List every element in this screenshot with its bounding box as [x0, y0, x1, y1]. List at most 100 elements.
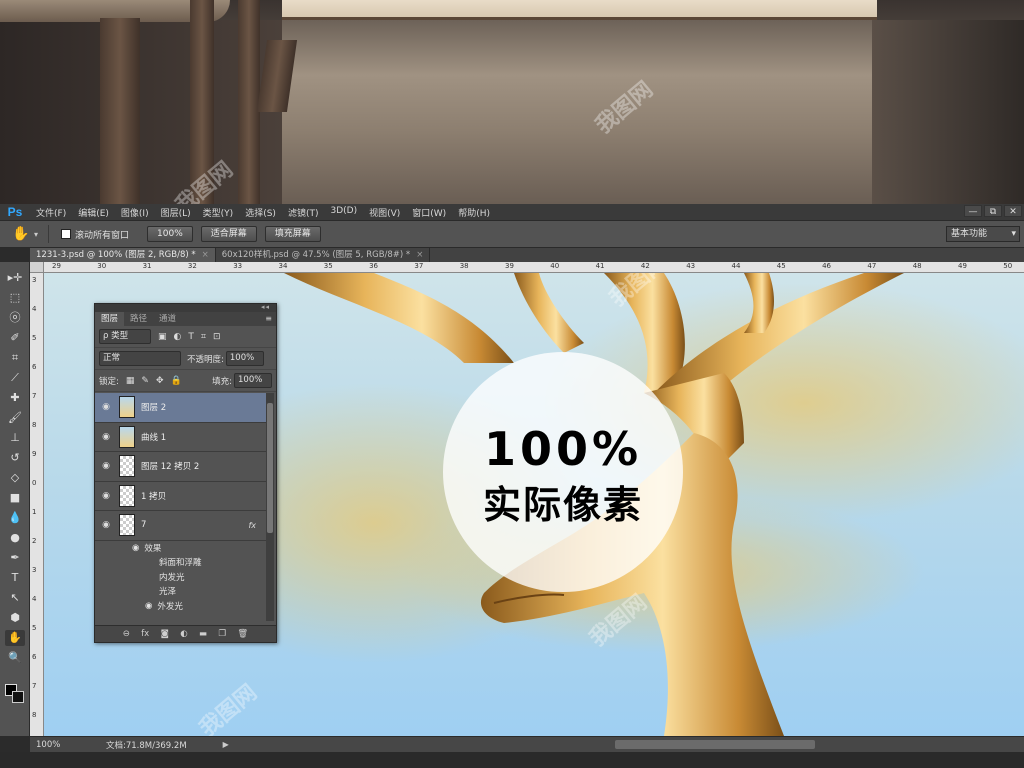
- menu-item[interactable]: 3D(D): [324, 206, 363, 219]
- visibility-eye-icon[interactable]: ◉: [95, 402, 117, 412]
- visibility-eye-icon[interactable]: ◉: [145, 601, 152, 611]
- menu-item[interactable]: 文件(F): [30, 206, 72, 219]
- brush-icon[interactable]: 🖌: [5, 410, 25, 426]
- pixel-filter-icon[interactable]: ▣: [158, 332, 167, 342]
- layer-name[interactable]: 图层 2: [141, 401, 166, 413]
- close-icon[interactable]: ×: [202, 250, 209, 260]
- layer-name[interactable]: 7: [141, 520, 146, 530]
- layer-thumbnail[interactable]: [119, 484, 135, 507]
- healing-icon[interactable]: ✚: [5, 390, 25, 406]
- scroll-all-windows-checkbox[interactable]: [61, 229, 72, 239]
- menu-item[interactable]: 图层(L): [155, 206, 197, 219]
- tab-document-1[interactable]: 1231-3.psd @ 100% (图层 2, RGB/8) * ×: [30, 248, 216, 262]
- layer-row[interactable]: ◉ 图层 12 拷贝 2: [95, 452, 266, 482]
- layers-scroll-thumb[interactable]: [267, 403, 273, 533]
- close-icon[interactable]: ×: [416, 250, 423, 260]
- layer-row[interactable]: ◉ 图层 2: [95, 393, 266, 423]
- visibility-eye-icon[interactable]: ◉: [95, 461, 117, 471]
- lock-all-icon[interactable]: 🔒: [170, 376, 181, 386]
- marquee-icon[interactable]: ⬚: [5, 290, 25, 306]
- minimize-button[interactable]: —: [964, 205, 982, 217]
- status-menu-icon[interactable]: ▶: [223, 740, 229, 749]
- effect-item[interactable]: 内发光: [95, 570, 266, 585]
- quick-select-icon[interactable]: ✐: [5, 330, 25, 346]
- menu-item[interactable]: 编辑(E): [72, 206, 115, 219]
- type-filter-icon[interactable]: T: [188, 332, 194, 342]
- visibility-eye-icon[interactable]: ◉: [132, 543, 139, 553]
- layers-scrollbar[interactable]: [266, 393, 274, 621]
- dodge-icon[interactable]: ●: [5, 530, 25, 546]
- shape-icon[interactable]: ⬢: [5, 610, 25, 626]
- pen-icon[interactable]: ✒: [5, 550, 25, 566]
- eyedropper-icon[interactable]: ⟋: [5, 370, 25, 386]
- layer-thumbnail[interactable]: [119, 514, 135, 537]
- delete-icon[interactable]: 🗑: [237, 629, 248, 639]
- restore-button[interactable]: ⧉: [984, 205, 1002, 217]
- visibility-eye-icon[interactable]: ◉: [95, 520, 117, 530]
- eraser-icon[interactable]: ◇: [5, 470, 25, 486]
- close-button[interactable]: ✕: [1004, 205, 1022, 217]
- menu-item[interactable]: 滤镜(T): [282, 206, 325, 219]
- tab-channels[interactable]: 通道: [153, 312, 182, 326]
- move-icon[interactable]: ▸✛: [5, 270, 25, 286]
- opacity-input[interactable]: 100%: [225, 351, 264, 366]
- fx-icon[interactable]: fx: [141, 629, 149, 639]
- menu-item[interactable]: 帮助(H): [452, 206, 496, 219]
- zoom-100-button[interactable]: 100%: [147, 226, 193, 242]
- layer-row[interactable]: ◉ 7 fx: [95, 511, 266, 541]
- layer-name[interactable]: 曲线 1: [141, 431, 166, 443]
- menu-item[interactable]: 视图(V): [363, 206, 406, 219]
- workspace-select[interactable]: 基本功能 ▾: [946, 226, 1020, 242]
- layer-row[interactable]: ◉ 1 拷贝: [95, 482, 266, 511]
- adjustment-filter-icon[interactable]: ◐: [174, 332, 182, 342]
- effect-item[interactable]: 光泽: [95, 584, 266, 599]
- blend-mode-select[interactable]: 正常: [99, 351, 181, 366]
- history-brush-icon[interactable]: ↺: [5, 450, 25, 466]
- layer-name[interactable]: 图层 12 拷贝 2: [141, 460, 199, 472]
- visibility-eye-icon[interactable]: ◉: [95, 491, 117, 501]
- zoom-level[interactable]: 100%: [30, 740, 66, 750]
- photoshop-logo[interactable]: Ps: [0, 205, 30, 219]
- panel-grip[interactable]: ◂◂: [95, 303, 276, 312]
- group-icon[interactable]: ▬: [199, 629, 207, 639]
- effect-item[interactable]: ◉ 外发光: [95, 599, 266, 614]
- crop-icon[interactable]: ⌗: [5, 350, 25, 366]
- mask-icon[interactable]: ◙: [161, 629, 169, 639]
- filter-kind-select[interactable]: ρ 类型: [99, 329, 151, 344]
- tab-layers[interactable]: 图层: [95, 312, 125, 326]
- adjustment-icon[interactable]: ◐: [180, 629, 187, 639]
- layer-name[interactable]: 1 拷贝: [141, 490, 166, 502]
- menu-item[interactable]: 类型(Y): [197, 206, 240, 219]
- path-select-icon[interactable]: ↖: [5, 590, 25, 606]
- lock-transparent-icon[interactable]: ▦: [126, 376, 135, 386]
- tab-document-2[interactable]: 60x120样机.psd @ 47.5% (图层 5, RGB/8#) * ×: [216, 248, 431, 262]
- link-icon[interactable]: ⊖: [123, 629, 130, 639]
- layer-row[interactable]: ◉ 曲线 1: [95, 423, 266, 452]
- zoom-icon[interactable]: 🔍: [5, 650, 25, 666]
- chevron-down-icon[interactable]: ▾: [34, 230, 38, 239]
- lock-paint-icon[interactable]: ✎: [141, 376, 149, 386]
- effects-header[interactable]: ◉ 效果: [95, 541, 266, 556]
- menu-item[interactable]: 窗口(W): [406, 206, 452, 219]
- gradient-icon[interactable]: ■: [5, 490, 25, 506]
- background-color-swatch[interactable]: [12, 691, 24, 703]
- fit-screen-button[interactable]: 适合屏幕: [200, 226, 257, 242]
- horizontal-ruler[interactable]: 29 30 31 32 33 34 35 36 37 38 39 40 41 42 43 44 45 46 47 48…: [44, 262, 1024, 273]
- collapse-icon[interactable]: ◂◂: [261, 303, 270, 311]
- hand-tool-preset-icon[interactable]: ✋: [10, 223, 32, 245]
- shape-filter-icon[interactable]: ⌗: [201, 332, 206, 342]
- layer-thumbnail[interactable]: [119, 396, 135, 419]
- effect-item[interactable]: 斜面和浮雕: [95, 555, 266, 570]
- horizontal-scrollbar[interactable]: [615, 740, 815, 749]
- fill-screen-button[interactable]: 填充屏幕: [264, 226, 321, 242]
- visibility-eye-icon[interactable]: ◉: [95, 432, 117, 442]
- vertical-ruler[interactable]: 3 4 5 6 7 8 9 0 1 2 3 4 5 6 7 8: [30, 262, 44, 736]
- layer-effects-icon[interactable]: fx: [248, 521, 256, 530]
- layer-thumbnail[interactable]: [119, 425, 135, 448]
- smart-object-filter-icon[interactable]: ⊡: [213, 332, 221, 342]
- type-icon[interactable]: T: [5, 570, 25, 586]
- lasso-icon[interactable]: ⓞ: [5, 310, 25, 326]
- ruler-origin[interactable]: [30, 262, 44, 273]
- menu-item[interactable]: 选择(S): [239, 206, 282, 219]
- blur-icon[interactable]: 💧: [5, 510, 25, 526]
